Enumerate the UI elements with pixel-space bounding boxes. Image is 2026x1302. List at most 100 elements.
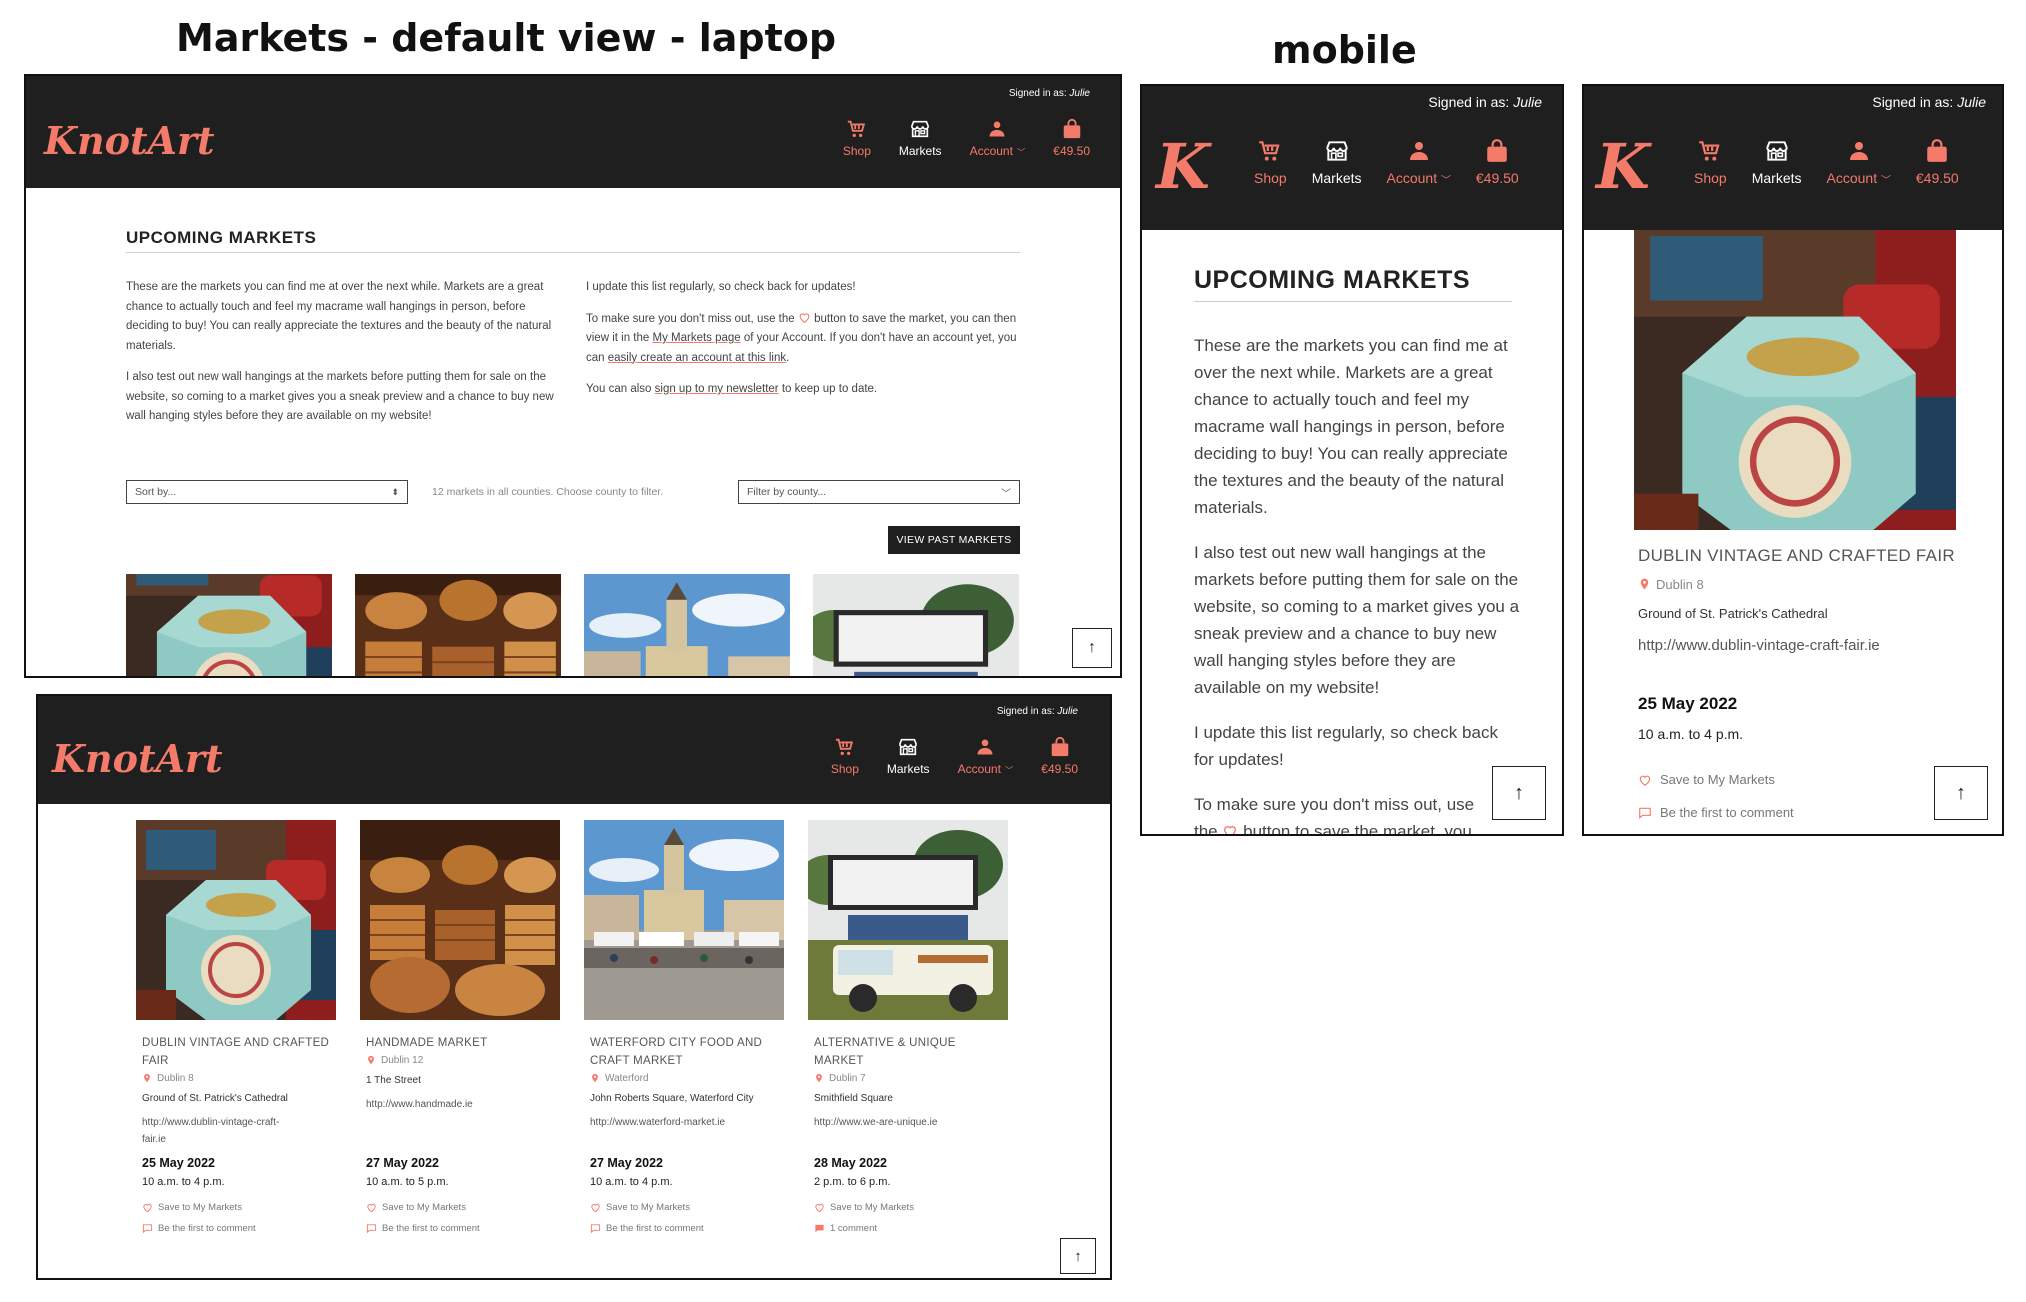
bag-icon bbox=[1061, 118, 1083, 140]
laptop-view-top: Signed in as: Julie KnotArt Shop Markets… bbox=[24, 74, 1122, 678]
market-title[interactable]: ALTERNATIVE & UNIQUE MARKET bbox=[814, 1034, 1004, 1070]
nav-account[interactable]: Account ﹀ bbox=[1387, 138, 1451, 186]
market-date: 28 May 2022 bbox=[814, 1156, 887, 1170]
market-url[interactable]: http://www.waterford-market.ie bbox=[590, 1114, 780, 1131]
nav-markets[interactable]: Markets bbox=[899, 118, 942, 158]
market-image-dublin-vintage[interactable] bbox=[1634, 230, 1956, 530]
market-url[interactable]: http://www.dublin-vintage-craft-fair.ie bbox=[142, 1114, 332, 1148]
nav-markets[interactable]: Markets bbox=[887, 736, 930, 776]
save-to-my-markets[interactable]: Save to My Markets bbox=[142, 1202, 332, 1213]
market-title[interactable]: WATERFORD CITY FOOD AND CRAFT MARKET bbox=[590, 1034, 780, 1070]
main-nav: Shop Markets Account ﹀ €49.50 bbox=[1694, 138, 1959, 186]
nav-markets[interactable]: Markets bbox=[1752, 138, 1802, 186]
site-logo[interactable]: KnotArt bbox=[52, 736, 223, 781]
mockup-board: Markets - default view - laptop mobile S… bbox=[0, 0, 2026, 1302]
market-image-thrift[interactable] bbox=[808, 820, 1008, 1020]
market-address: Smithfield Square bbox=[814, 1093, 893, 1104]
market-image-dublin-vintage[interactable] bbox=[126, 574, 332, 678]
market-title[interactable]: DUBLIN VINTAGE AND CRAFTED FAIR bbox=[142, 1034, 332, 1070]
market-title-line-1: WATERFORD CITY FOOD AND bbox=[590, 1037, 763, 1049]
comment-link[interactable]: Be the first to comment bbox=[1638, 805, 1978, 820]
caption-laptop: Markets - default view - laptop bbox=[176, 16, 837, 60]
intro-paragraph-1: These are the markets you can find me at… bbox=[126, 281, 552, 352]
comment-link[interactable]: 1 comment bbox=[814, 1223, 1004, 1234]
market-title-line-2: CRAFT MARKET bbox=[590, 1055, 683, 1067]
cart-icon bbox=[1697, 138, 1723, 164]
nav-shop[interactable]: Shop bbox=[831, 736, 859, 776]
save-to-my-markets[interactable]: Save to My Markets bbox=[590, 1202, 780, 1213]
main-nav: Shop Markets Account ﹀ €49.50 bbox=[831, 736, 1078, 776]
comment-label: 1 comment bbox=[830, 1223, 877, 1234]
arrow-up-icon: ↑ bbox=[1074, 1247, 1082, 1265]
comment-link[interactable]: Be the first to comment bbox=[142, 1223, 332, 1234]
county-filter-select[interactable]: Filter by county... ﹀ bbox=[738, 480, 1020, 504]
site-logo[interactable]: K bbox=[1596, 130, 1650, 203]
save-to-my-markets[interactable]: Save to My Markets bbox=[366, 1202, 556, 1213]
bag-icon bbox=[1924, 138, 1950, 164]
save-label: Save to My Markets bbox=[606, 1202, 690, 1213]
store-icon bbox=[909, 118, 931, 140]
nav-account[interactable]: Account ﹀ bbox=[969, 118, 1025, 158]
nav-account-label: Account bbox=[969, 144, 1013, 158]
market-time: 10 a.m. to 4 p.m. bbox=[1638, 726, 1744, 742]
cart-total: €49.50 bbox=[1915, 170, 1959, 186]
comment-icon-filled bbox=[814, 1223, 825, 1234]
market-title[interactable]: DUBLIN VINTAGE AND CRAFTED FAIR bbox=[1638, 546, 1978, 566]
comment-link[interactable]: Be the first to comment bbox=[366, 1223, 556, 1234]
market-url[interactable]: http://www.dublin-vintage-craft-fair.ie bbox=[1638, 637, 1978, 654]
pin-icon bbox=[814, 1072, 824, 1084]
signed-in-label: Signed in as: bbox=[996, 706, 1055, 717]
market-time: 10 a.m. to 5 p.m. bbox=[366, 1176, 449, 1188]
market-address: 1 The Street bbox=[366, 1075, 421, 1086]
nav-markets-label: Markets bbox=[1751, 170, 1802, 186]
market-url[interactable]: http://www.handmade.ie bbox=[366, 1096, 556, 1113]
save-label: Save to My Markets bbox=[1660, 772, 1775, 787]
market-url-line-1: http://www.we-are-unique.ie bbox=[814, 1117, 938, 1128]
nav-account[interactable]: Account ﹀ bbox=[1827, 138, 1891, 186]
cart-icon bbox=[834, 736, 856, 758]
market-date: 25 May 2022 bbox=[142, 1156, 215, 1170]
market-image-waterford[interactable] bbox=[584, 820, 784, 1020]
market-title[interactable]: HANDMADE MARKET bbox=[366, 1034, 556, 1052]
market-location: Dublin 7 bbox=[814, 1072, 1004, 1084]
save-to-my-markets[interactable]: Save to My Markets bbox=[1638, 772, 1978, 787]
market-count-note: 12 markets in all counties. Choose count… bbox=[432, 486, 664, 498]
heart-icon bbox=[142, 1202, 153, 1213]
save-label: Save to My Markets bbox=[382, 1202, 466, 1213]
market-time: 10 a.m. to 4 p.m. bbox=[590, 1176, 673, 1188]
signed-in-user: Julie bbox=[1513, 94, 1542, 110]
market-image-handmade[interactable] bbox=[360, 820, 560, 1020]
sort-select[interactable]: Sort by... ⬍ bbox=[126, 480, 408, 504]
scroll-to-top-button[interactable]: ↑ bbox=[1492, 766, 1546, 820]
nav-cart[interactable]: €49.50 bbox=[1916, 138, 1959, 186]
nav-cart[interactable]: €49.50 bbox=[1041, 736, 1078, 776]
chevron-down-icon: ﹀ bbox=[1004, 765, 1014, 775]
save-to-my-markets[interactable]: Save to My Markets bbox=[814, 1202, 1004, 1213]
market-image-handmade[interactable] bbox=[355, 574, 561, 678]
create-account-link[interactable]: easily create an account at this link bbox=[608, 352, 786, 364]
market-image-thrift[interactable] bbox=[813, 574, 1019, 678]
nav-markets[interactable]: Markets bbox=[1312, 138, 1362, 186]
site-logo[interactable]: KnotArt bbox=[44, 118, 215, 163]
nav-cart[interactable]: €49.50 bbox=[1053, 118, 1090, 158]
nav-cart[interactable]: €49.50 bbox=[1476, 138, 1519, 186]
nav-shop[interactable]: Shop bbox=[1694, 138, 1727, 186]
nav-shop[interactable]: Shop bbox=[1254, 138, 1287, 186]
newsletter-link[interactable]: sign up to my newsletter bbox=[655, 383, 779, 395]
market-url[interactable]: http://www.we-are-unique.ie bbox=[814, 1114, 1004, 1131]
scroll-to-top-button[interactable]: ↑ bbox=[1072, 628, 1112, 668]
comment-link[interactable]: Be the first to comment bbox=[590, 1223, 780, 1234]
intro-p4-b: the bbox=[1194, 822, 1218, 836]
site-header: Signed in as: Julie KnotArt Shop Markets… bbox=[26, 76, 1120, 188]
nav-account[interactable]: Account ﹀ bbox=[958, 736, 1014, 776]
site-logo[interactable]: K bbox=[1156, 130, 1210, 203]
scroll-to-top-button[interactable]: ↑ bbox=[1060, 1238, 1096, 1274]
my-markets-link[interactable]: My Markets page bbox=[652, 332, 740, 344]
market-image-dublin-vintage[interactable] bbox=[136, 820, 336, 1020]
market-image-waterford[interactable] bbox=[584, 574, 790, 678]
scroll-to-top-button[interactable]: ↑ bbox=[1934, 766, 1988, 820]
bag-icon bbox=[1049, 736, 1071, 758]
market-title-line-2: FAIR bbox=[142, 1055, 169, 1067]
view-past-markets-button[interactable]: VIEW PAST MARKETS bbox=[888, 526, 1020, 554]
nav-shop[interactable]: Shop bbox=[843, 118, 871, 158]
